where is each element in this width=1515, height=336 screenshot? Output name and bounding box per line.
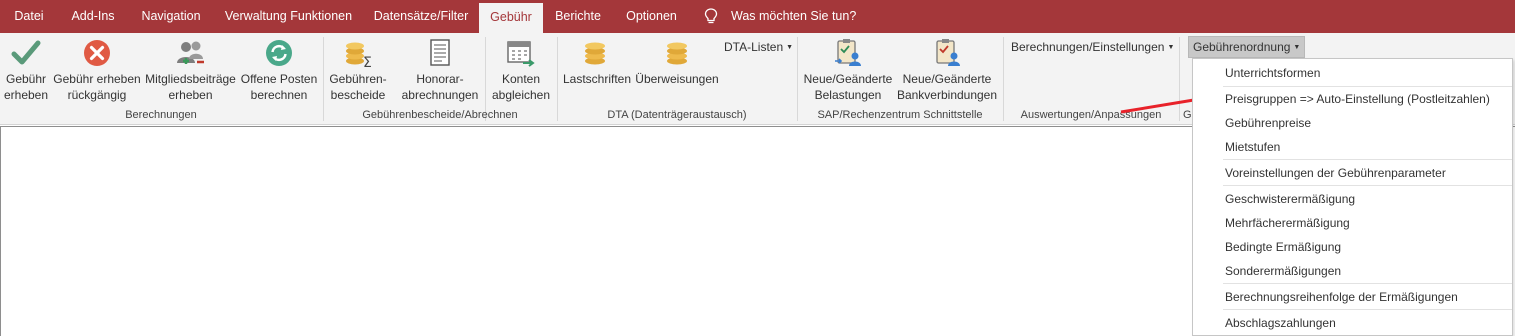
tab-add-ins[interactable]: Add-Ins bbox=[58, 0, 128, 33]
group-label-sap: SAP/Rechenzentrum Schnittstelle bbox=[817, 109, 983, 121]
gebuehr-erheben-rueckgaengig-button[interactable]: Gebühr erheben rückgängig bbox=[53, 37, 141, 103]
menu-separator bbox=[1223, 159, 1512, 160]
gebuehrenbescheide-label: Gebühren- bescheide bbox=[329, 72, 387, 102]
menu-item-sonderermaessigungen[interactable]: Sonderermäßigungen bbox=[1193, 259, 1512, 283]
honorarabrechnungen-label: Honorar- abrechnungen bbox=[401, 72, 479, 102]
coins-sigma-icon: Σ bbox=[346, 42, 372, 69]
mitgliedsbeitraege-erheben-label: Mitgliedsbeiträge erheben bbox=[145, 72, 236, 102]
ueberweisungen-label: Überweisungen bbox=[635, 72, 719, 86]
menu-item-abschlagszahlungen[interactable]: Abschlagszahlungen bbox=[1193, 311, 1512, 335]
clipboard-person-icon bbox=[835, 39, 861, 66]
tab-verwaltung-funktionen[interactable]: Verwaltung Funktionen bbox=[214, 0, 363, 33]
group-label-berechnungen: Berechnungen bbox=[125, 109, 197, 121]
gebuehrenordnung-menu: Unterrichtsformen Preisgruppen => Auto-E… bbox=[1192, 58, 1513, 336]
menu-separator bbox=[1223, 309, 1512, 310]
menu-item-bedingte-ermaessigung[interactable]: Bedingte Ermäßigung bbox=[1193, 235, 1512, 259]
menu-item-mehrfaecherermaessigung[interactable]: Mehrfächerermäßigung bbox=[1193, 211, 1512, 235]
menu-separator bbox=[1223, 283, 1512, 284]
konten-abgleichen-button[interactable]: Konten abgleichen bbox=[489, 37, 553, 103]
gebuehr-erheben-button[interactable]: Gebühr erheben bbox=[2, 37, 50, 103]
document-icon bbox=[430, 39, 450, 66]
tab-datei[interactable]: Datei bbox=[0, 0, 58, 33]
berechnungen-einstellungen-label: Berechnungen/Einstellungen bbox=[1011, 40, 1165, 54]
menu-item-geschwisterermaessigung[interactable]: Geschwisterermäßigung bbox=[1193, 187, 1512, 211]
neue-geaenderte-belastungen-button[interactable]: Neue/Geänderte Belastungen bbox=[801, 37, 895, 103]
chevron-down-icon: ▼ bbox=[1167, 44, 1175, 51]
lastschriften-label: Lastschriften bbox=[562, 72, 632, 86]
neue-geaenderte-bankverbindungen-label: Neue/Geänderte Bankverbindungen bbox=[896, 72, 998, 102]
menu-item-voreinstellungen[interactable]: Voreinstellungen der Gebührenparameter bbox=[1193, 161, 1512, 185]
menu-item-mietstufen[interactable]: Mietstufen bbox=[1193, 135, 1512, 159]
cancel-x-icon bbox=[84, 40, 110, 66]
tab-optionen[interactable]: Optionen bbox=[613, 0, 690, 33]
tab-gebuehr[interactable]: Gebühr bbox=[479, 3, 543, 33]
members-icon bbox=[176, 41, 204, 64]
clipboard-person-icon bbox=[936, 39, 960, 66]
menu-item-preisgruppen[interactable]: Preisgruppen => Auto-Einstellung (Postle… bbox=[1193, 87, 1512, 111]
gebuehr-erheben-label: Gebühr erheben bbox=[3, 72, 49, 102]
calendar-arrow-icon bbox=[507, 41, 535, 67]
gebuehr-erheben-rueckgaengig-label: Gebühr erheben rückgängig bbox=[53, 72, 141, 102]
lastschriften-button[interactable]: Lastschriften bbox=[562, 37, 632, 88]
konten-abgleichen-label: Konten abgleichen bbox=[491, 72, 551, 102]
mitgliedsbeitraege-erheben-button[interactable]: Mitgliedsbeiträge erheben bbox=[143, 37, 238, 103]
dta-listen-dropdown[interactable]: DTA-Listen ▼ bbox=[724, 40, 793, 54]
menu-separator bbox=[1223, 185, 1512, 186]
berechnungen-einstellungen-dropdown[interactable]: Berechnungen/Einstellungen ▼ bbox=[1011, 40, 1174, 54]
neue-geaenderte-belastungen-label: Neue/Geänderte Belastungen bbox=[803, 72, 893, 102]
coins-icon bbox=[667, 42, 687, 65]
dta-listen-label: DTA-Listen bbox=[724, 40, 784, 54]
neue-geaenderte-bankverbindungen-button[interactable]: Neue/Geänderte Bankverbindungen bbox=[896, 37, 998, 103]
checkmark-icon bbox=[11, 40, 41, 65]
menu-item-unterrichtsformen[interactable]: Unterrichtsformen bbox=[1193, 61, 1512, 85]
menu-item-gebuehrenpreise[interactable]: Gebührenpreise bbox=[1193, 111, 1512, 135]
group-label-dta: DTA (Datenträgeraustausch) bbox=[607, 109, 747, 121]
lightbulb-icon bbox=[704, 8, 718, 24]
svg-text:Σ: Σ bbox=[363, 55, 372, 69]
coins-icon bbox=[585, 42, 605, 65]
offene-posten-berechnen-label: Offene Posten berechnen bbox=[240, 72, 318, 102]
ueberweisungen-button[interactable]: Überweisungen bbox=[634, 37, 720, 88]
gebuehrenordnung-dropdown[interactable]: Gebührenordnung ▼ bbox=[1188, 36, 1306, 58]
tell-me-label: Was möchten Sie tun? bbox=[731, 9, 857, 23]
tab-datensaetze-filter[interactable]: Datensätze/Filter bbox=[363, 0, 479, 33]
tab-navigation[interactable]: Navigation bbox=[128, 0, 214, 33]
ribbon-tab-bar: Datei Add-Ins Navigation Verwaltung Funk… bbox=[0, 0, 1515, 33]
gebuehrenbescheide-button[interactable]: Σ Gebühren- bescheide bbox=[327, 37, 389, 103]
chevron-down-icon: ▼ bbox=[1293, 44, 1301, 51]
gebuehrenordnung-label: Gebührenordnung bbox=[1193, 40, 1291, 54]
refresh-icon bbox=[266, 40, 292, 66]
honorarabrechnungen-button[interactable]: Honorar- abrechnungen bbox=[400, 37, 480, 103]
menu-item-berechnungsreihenfolge[interactable]: Berechnungsreihenfolge der Ermäßigungen bbox=[1193, 285, 1512, 309]
tab-berichte[interactable]: Berichte bbox=[543, 0, 613, 33]
group-label-bescheide: Gebührenbescheide/Abrechnen bbox=[362, 109, 518, 121]
chevron-down-icon: ▼ bbox=[786, 44, 794, 51]
offene-posten-berechnen-button[interactable]: Offene Posten berechnen bbox=[240, 37, 318, 103]
